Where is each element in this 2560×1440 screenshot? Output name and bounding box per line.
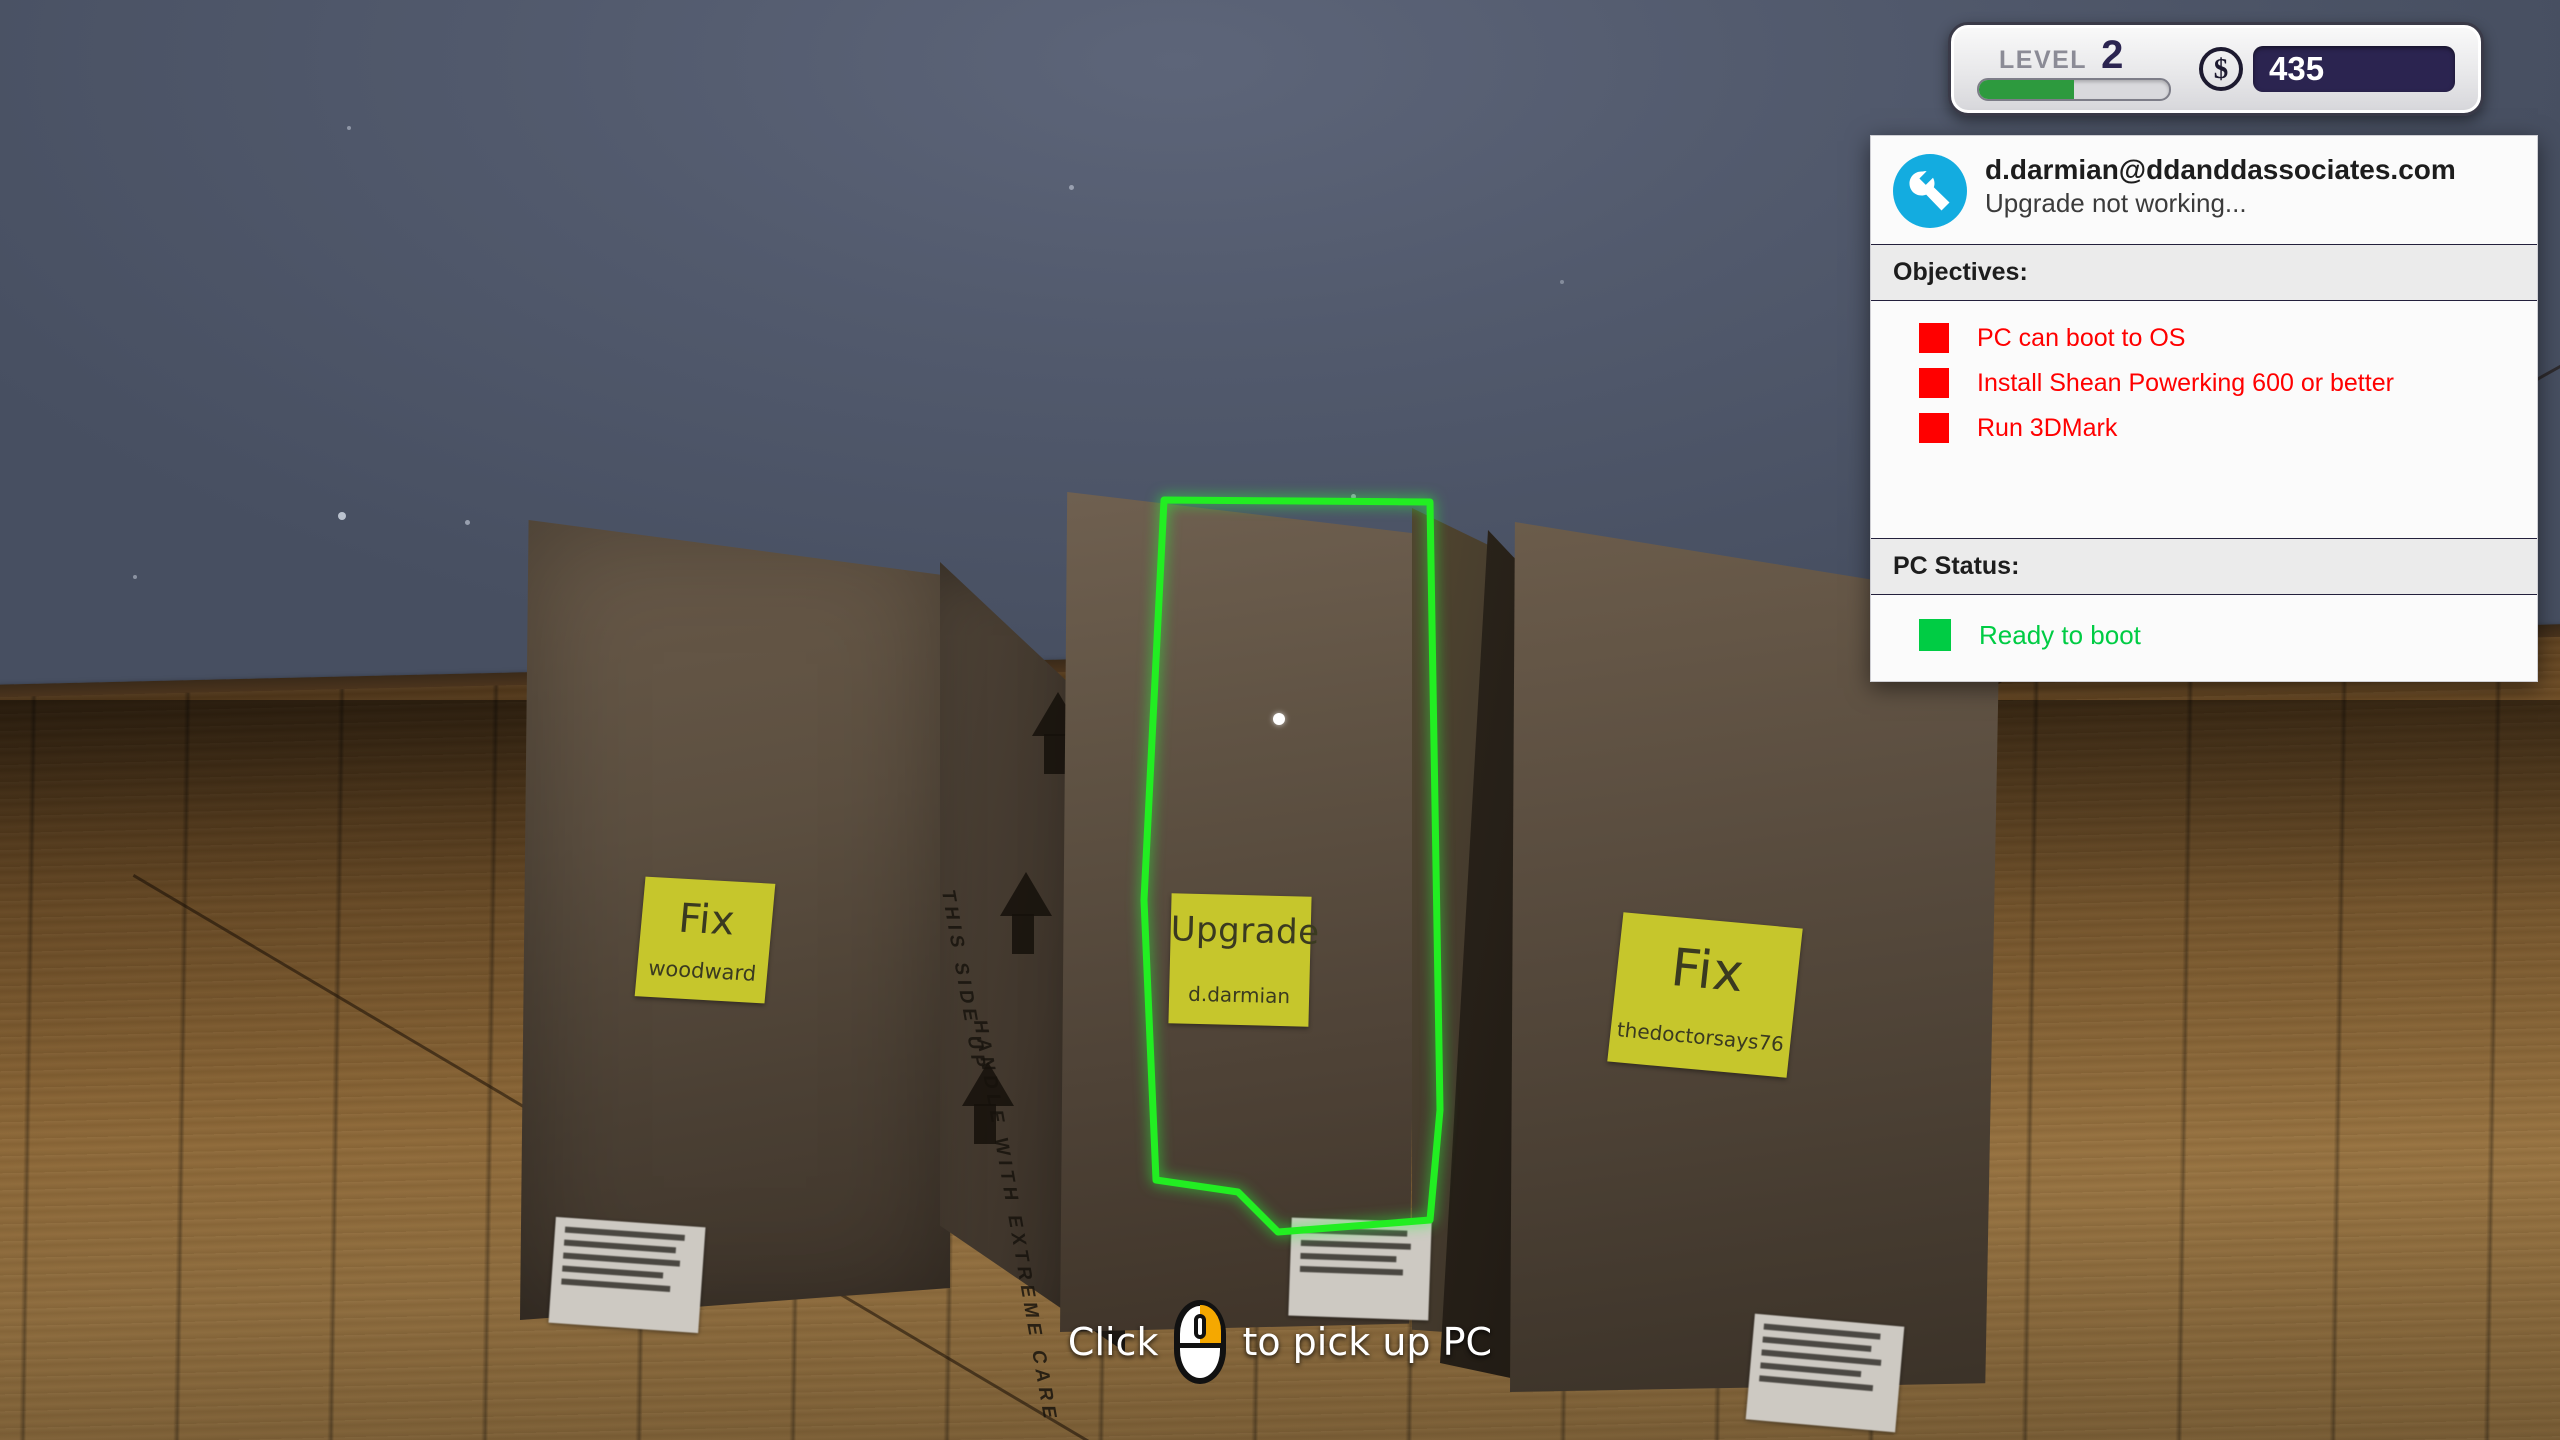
objective-status-chip bbox=[1919, 323, 1949, 353]
box-label-client: d.darmian bbox=[1187, 981, 1291, 1009]
box-label-action: Fix bbox=[676, 895, 738, 945]
wrench-glyph bbox=[1909, 171, 1950, 211]
pc-status-label: Ready to boot bbox=[1979, 619, 2141, 650]
objective-label: PC can boot to OS bbox=[1977, 323, 2186, 352]
objective-label: Install Shean Powerking 600 or better bbox=[1977, 368, 2394, 397]
job-info-panel: d.darmian@ddanddassociates.com Upgrade n… bbox=[1870, 135, 2538, 682]
box-label-action: Fix bbox=[1668, 938, 1748, 1005]
box-label-sticker-left: Fix woodward bbox=[634, 876, 776, 1004]
shipping-label bbox=[1288, 1217, 1432, 1321]
objective-row: Install Shean Powerking 600 or better bbox=[1893, 368, 2515, 398]
level-indicator: LEVEL 2 bbox=[1977, 33, 2171, 101]
wrench-icon bbox=[1893, 154, 1967, 228]
level-label: LEVEL bbox=[1999, 46, 2088, 74]
crosshair-cursor bbox=[1273, 713, 1285, 725]
objective-status-chip bbox=[1919, 368, 1949, 398]
shipping-label bbox=[548, 1216, 706, 1334]
box-label-sticker-center: Upgrade d.darmian bbox=[1168, 893, 1321, 1027]
objectives-list: PC can boot to OS Install Shean Powerking… bbox=[1871, 301, 2537, 538]
money-value: 435 bbox=[2253, 46, 2455, 92]
job-subject: Upgrade not working... bbox=[1985, 188, 2247, 219]
client-email: d.darmian@ddanddassociates.com bbox=[1985, 154, 2456, 185]
box-side-face bbox=[1440, 530, 1520, 1380]
pc-status-row: Ready to boot bbox=[1893, 619, 2515, 651]
objective-label: Run 3DMark bbox=[1977, 413, 2118, 442]
box-label-client: woodward bbox=[647, 956, 758, 987]
level-value: 2 bbox=[2101, 33, 2124, 77]
shipping-label bbox=[1745, 1313, 1905, 1433]
pc-status-body: Ready to boot bbox=[1871, 595, 2537, 681]
box-label-sticker-right: Fix thedoctorsays76 bbox=[1607, 912, 1803, 1078]
level-progress-bar bbox=[1977, 78, 2171, 101]
status-indicator-chip bbox=[1919, 619, 1951, 651]
box-label-client: thedoctorsays76 bbox=[1615, 1017, 1786, 1057]
pc-status-header: PC Status: bbox=[1871, 538, 2537, 595]
objective-row: Run 3DMark bbox=[1893, 413, 2515, 443]
money-indicator: $ 435 bbox=[2199, 46, 2455, 92]
hud-status-bar: LEVEL 2 $ 435 bbox=[1948, 22, 2484, 116]
objective-row: PC can boot to OS bbox=[1893, 323, 2515, 353]
level-progress-fill bbox=[1979, 80, 2074, 99]
objectives-header: Objectives: bbox=[1871, 244, 2537, 301]
job-panel-header: d.darmian@ddanddassociates.com Upgrade n… bbox=[1871, 136, 2537, 244]
box-label-action: Upgrade bbox=[1170, 908, 1321, 953]
objective-status-chip bbox=[1919, 413, 1949, 443]
currency-icon: $ bbox=[2199, 47, 2243, 91]
game-viewport: THIS SIDE UP HANDLE WITH EXTREME CARE Fi… bbox=[0, 0, 2560, 1440]
